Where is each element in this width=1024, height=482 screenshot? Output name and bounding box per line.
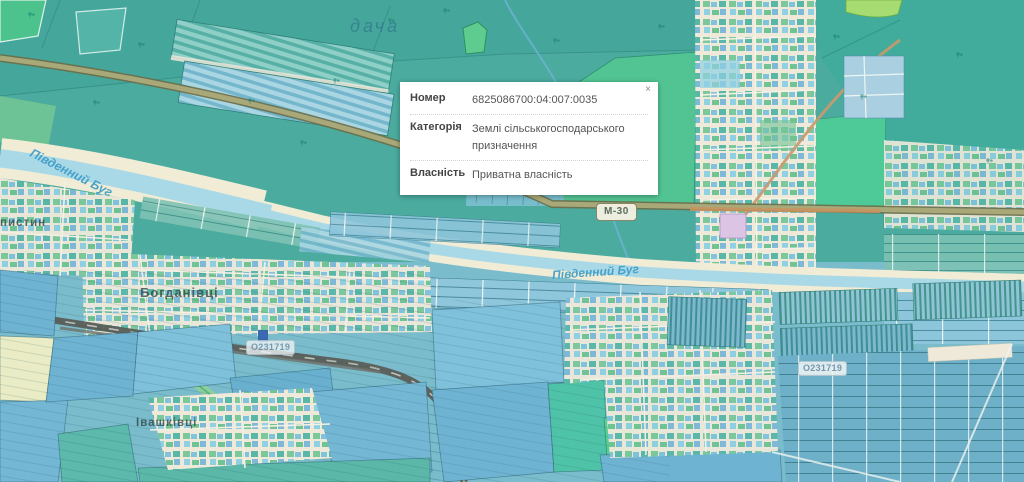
- popup-label-ownership: Власність: [410, 167, 472, 184]
- close-icon[interactable]: ×: [645, 85, 651, 95]
- map-canvas[interactable]: [0, 0, 1024, 482]
- settlement-ivashkivtsi-area: [148, 388, 332, 470]
- green-field-small: [463, 22, 487, 54]
- lavender-block: [720, 214, 746, 238]
- popup-value-number: 6825086700:04:007:0035: [472, 92, 648, 109]
- popup-label-category: Категорія: [410, 121, 472, 155]
- popup-value-ownership: Приватна власність: [472, 167, 648, 184]
- popup-value-category: Землі сільськогосподарського призначення: [472, 121, 648, 155]
- popup-label-number: Номер: [410, 92, 472, 109]
- parcel-info-popup: × Номер 6825086700:04:007:0035 Категорія…: [400, 82, 658, 195]
- popup-row-number: Номер 6825086700:04:007:0035: [410, 86, 648, 115]
- cadastral-map-app: дача Південний Буг Південний Буг Богдані…: [0, 0, 1024, 482]
- popup-row-category: Категорія Землі сільськогосподарського п…: [410, 115, 648, 161]
- fields-bottom-right: [772, 343, 1024, 482]
- popup-row-ownership: Власність Приватна власність: [410, 161, 648, 189]
